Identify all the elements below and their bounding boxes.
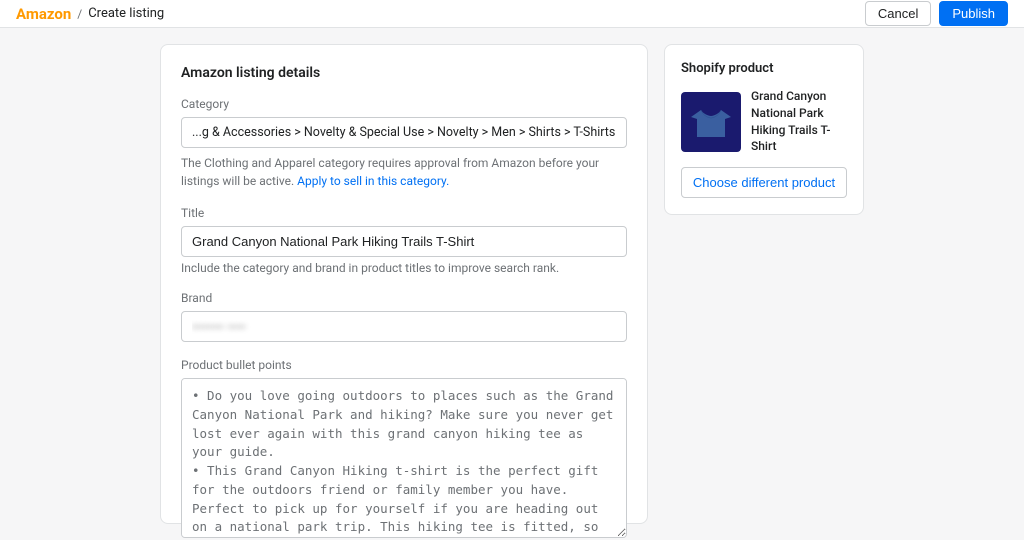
amazon-logo: Amazon: [16, 5, 71, 23]
bullet-field-group: Product bullet points • Do you love goin…: [181, 358, 627, 540]
title-label: Title: [181, 206, 627, 220]
bullet-label: Product bullet points: [181, 358, 627, 372]
brand-input[interactable]: [181, 311, 627, 342]
category-field-group: Category ...g & Accessories > Novelty & …: [181, 97, 627, 190]
brand-field-group: Brand: [181, 291, 627, 342]
category-note: The Clothing and Apparel category requir…: [181, 154, 627, 190]
header-actions: Cancel Publish: [865, 1, 1008, 26]
publish-button[interactable]: Publish: [939, 1, 1008, 26]
product-name: Grand Canyon National Park Hiking Trails…: [751, 88, 847, 155]
category-label: Category: [181, 97, 627, 111]
breadcrumb-sep: /: [77, 7, 82, 21]
brand-label: Brand: [181, 291, 627, 305]
category-breadcrumb: ...g & Accessories > Novelty & Special U…: [181, 117, 627, 148]
panel-title: Amazon listing details: [181, 65, 627, 81]
tshirt-icon: [691, 102, 731, 142]
cancel-button[interactable]: Cancel: [865, 1, 931, 26]
main-content: Amazon listing details Category ...g & A…: [0, 28, 1024, 540]
header: Amazon / Create listing Cancel Publish: [0, 0, 1024, 28]
product-image: [681, 92, 741, 152]
shopify-card: Shopify product Grand Canyon National Pa…: [664, 44, 864, 215]
choose-product-button[interactable]: Choose different product: [681, 167, 847, 198]
title-hint: Include the category and brand in produc…: [181, 261, 627, 275]
page-title: Create listing: [88, 6, 164, 21]
title-field-group: Title Include the category and brand in …: [181, 206, 627, 275]
category-apply-link[interactable]: Apply to sell in this category.: [297, 174, 449, 188]
right-panel: Shopify product Grand Canyon National Pa…: [664, 44, 864, 524]
title-input[interactable]: [181, 226, 627, 257]
left-panel: Amazon listing details Category ...g & A…: [160, 44, 648, 524]
shopify-card-title: Shopify product: [681, 61, 847, 76]
header-left: Amazon / Create listing: [16, 5, 164, 23]
bullet-textarea[interactable]: • Do you love going outdoors to places s…: [181, 378, 627, 538]
product-info: Grand Canyon National Park Hiking Trails…: [681, 88, 847, 155]
